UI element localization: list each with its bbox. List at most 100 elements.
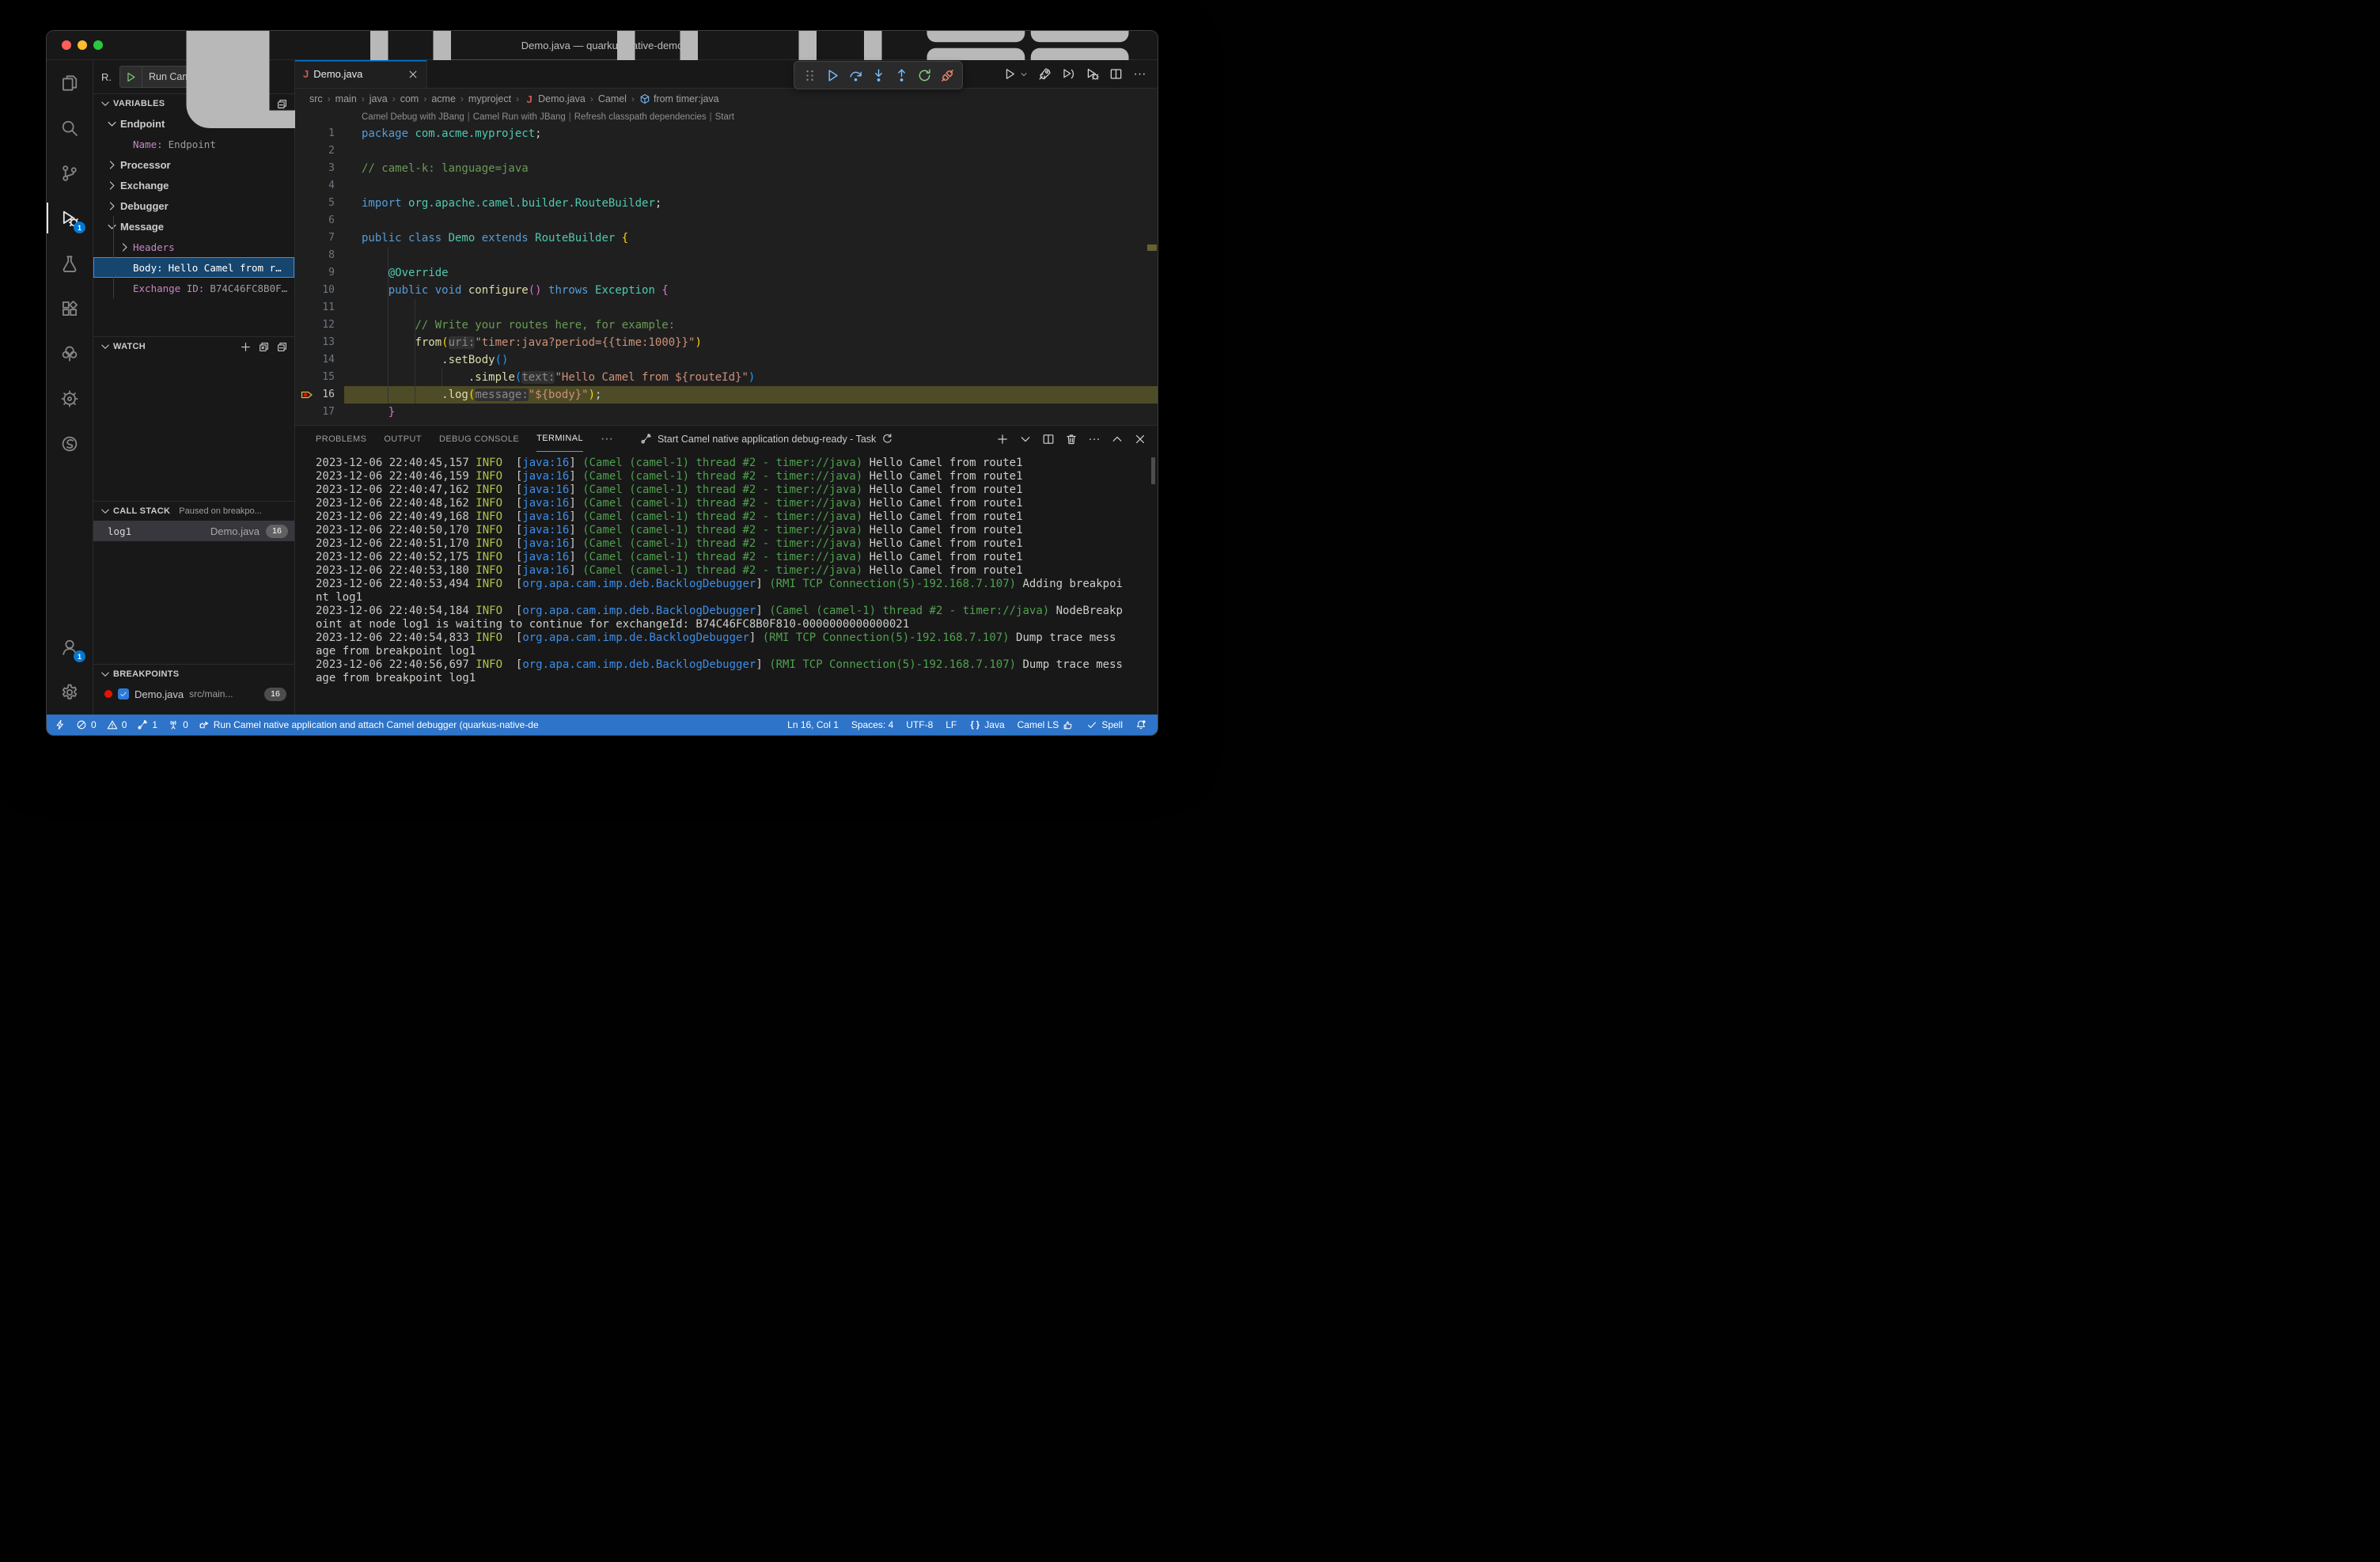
code-token: log xyxy=(449,389,468,401)
debug-step-out-button[interactable] xyxy=(893,67,909,83)
call-stack-frame[interactable]: log1Demo.java16 xyxy=(93,521,294,541)
status-encoding[interactable]: UTF-8 xyxy=(906,715,933,735)
activity-item-accounts[interactable]: 1 xyxy=(47,624,93,669)
breadcrumb-item[interactable]: com xyxy=(400,93,419,104)
activity-item-testing[interactable] xyxy=(47,241,93,286)
variable-row[interactable]: Message xyxy=(93,216,294,237)
breadcrumb-item[interactable]: from timer:java xyxy=(639,93,719,104)
zoom-window-button[interactable] xyxy=(93,40,103,50)
debug-toolbar-grip-button[interactable] xyxy=(802,67,817,83)
remove-all-watch-icon[interactable] xyxy=(258,341,270,353)
activity-item-source-control[interactable] xyxy=(47,150,93,195)
activity-item-dependency-tree[interactable] xyxy=(47,331,93,376)
variable-row[interactable]: Exchange ID:B74C46FC8B0F… xyxy=(93,278,294,298)
terminal-token: Hello Camel from route1 xyxy=(862,537,1022,550)
breadcrumb-item[interactable]: JDemo.java xyxy=(524,93,586,104)
activity-item-extensions[interactable] xyxy=(47,286,93,331)
code-token xyxy=(362,336,415,349)
debug-step-into-button[interactable] xyxy=(870,67,886,83)
status-eol[interactable]: LF xyxy=(946,715,957,735)
terminal-token: Hello Camel from route1 xyxy=(862,524,1022,536)
debug-java-icon[interactable] xyxy=(1086,67,1099,81)
split-terminal-icon[interactable] xyxy=(1042,433,1055,445)
status-problems-errors[interactable]: 0 xyxy=(76,715,97,735)
terminal-profile-dropdown-icon[interactable] xyxy=(1019,433,1032,445)
status-camel-ls[interactable]: Camel LS xyxy=(1018,715,1074,735)
activity-item-run-and-debug[interactable]: 1 xyxy=(47,195,93,241)
terminal-token: [ xyxy=(502,524,522,536)
variable-row[interactable]: Exchange xyxy=(93,175,294,195)
run-java-icon[interactable] xyxy=(1003,67,1017,81)
activity-item-openshift[interactable] xyxy=(47,421,93,466)
codelens-link[interactable]: Camel Debug with JBang xyxy=(362,112,464,122)
collapse-all-icon[interactable] xyxy=(276,341,288,353)
panel-tab-output[interactable]: OUTPUT xyxy=(384,426,422,452)
breakpoints-section-header[interactable]: BREAKPOINTS xyxy=(93,665,294,684)
panel-tab-debug-console[interactable]: DEBUG CONSOLE xyxy=(439,426,519,452)
terminal-scrollbar[interactable] xyxy=(1151,457,1155,484)
status-remote-indicator[interactable] xyxy=(55,715,66,735)
breadcrumb-item[interactable]: myproject xyxy=(468,93,511,104)
status-problems-warnings[interactable]: 0 xyxy=(107,715,127,735)
codelens-link[interactable]: Camel Run with JBang xyxy=(473,112,566,122)
status-language-mode[interactable]: { }Java xyxy=(969,715,1004,735)
variable-row[interactable]: Headers xyxy=(93,237,294,257)
terminal-line: 2023-12-06 22:40:53,180 INFO [java:16] (… xyxy=(316,564,1151,578)
activity-item-kubernetes[interactable] xyxy=(47,376,93,421)
activity-item-explorer[interactable] xyxy=(47,60,93,105)
activity-item-search[interactable] xyxy=(47,105,93,150)
more-terminal-actions-icon[interactable]: ··· xyxy=(1088,433,1101,445)
breadcrumb-item[interactable]: Camel xyxy=(598,93,627,104)
run-dropdown-icon[interactable] xyxy=(1020,70,1028,78)
more-panel-tabs-icon[interactable]: ··· xyxy=(601,433,613,445)
variable-row[interactable]: Debugger xyxy=(93,195,294,216)
terminal-token: Dump trace mess xyxy=(1016,658,1123,671)
camel-run-icon[interactable] xyxy=(1062,67,1075,81)
call-stack-section-header[interactable]: CALL STACK Paused on breakpo... xyxy=(93,502,294,521)
breadcrumb-item[interactable]: acme xyxy=(431,93,456,104)
variable-row[interactable]: Body:Hello Camel from r… xyxy=(93,257,294,278)
add-watch-icon[interactable] xyxy=(240,341,252,353)
close-window-button[interactable] xyxy=(62,40,71,50)
watch-section-header[interactable]: WATCH xyxy=(93,337,294,356)
close-tab-icon[interactable] xyxy=(407,69,419,80)
debug-continue-button[interactable] xyxy=(824,67,840,83)
debug-step-over-button[interactable] xyxy=(847,67,863,83)
debug-disconnect-button[interactable] xyxy=(939,67,955,83)
codelens-link[interactable]: Start xyxy=(715,112,734,122)
maximize-panel-icon[interactable] xyxy=(1111,433,1124,445)
split-editor-icon[interactable] xyxy=(1109,67,1123,81)
codelens-link[interactable]: Refresh classpath dependencies xyxy=(574,112,707,122)
breakpoint-checkbox[interactable] xyxy=(118,688,129,699)
status-cursor-position[interactable]: Ln 16, Col 1 xyxy=(787,715,839,735)
terminal-task[interactable]: Start Camel native application debug-rea… xyxy=(640,433,893,445)
more-editor-actions-icon[interactable]: ··· xyxy=(1133,67,1146,81)
code-editor[interactable]: Camel Debug with JBang|Camel Run with JB… xyxy=(295,109,1158,425)
breadcrumb-item[interactable]: main xyxy=(335,93,357,104)
variable-row[interactable]: Name:Endpoint xyxy=(93,134,294,154)
new-terminal-icon[interactable] xyxy=(996,433,1009,445)
code-token: () xyxy=(495,354,509,366)
terminal[interactable]: 2023-12-06 22:40:45,157 INFO [java:16] (… xyxy=(295,452,1158,715)
activity-item-manage[interactable] xyxy=(47,669,93,715)
breadcrumb-item[interactable]: src xyxy=(309,93,323,104)
status-indentation[interactable]: Spaces: 4 xyxy=(851,715,893,735)
status-spell-checker[interactable]: Spell xyxy=(1086,715,1123,735)
status-running-tasks[interactable]: 1 xyxy=(137,715,157,735)
status-notifications[interactable] xyxy=(1135,715,1146,735)
variable-row[interactable]: Endpoint xyxy=(93,113,294,134)
tab-demo-java[interactable]: J Demo.java xyxy=(295,60,427,88)
variable-row[interactable]: Processor xyxy=(93,154,294,175)
breakpoint-row[interactable]: Demo.javasrc/main...16 xyxy=(93,684,294,704)
minimize-window-button[interactable] xyxy=(78,40,87,50)
debug-restart-button[interactable] xyxy=(916,67,932,83)
panel-tab-problems[interactable]: PROBLEMS xyxy=(316,426,366,452)
status-forwarded-ports[interactable]: 0 xyxy=(168,715,188,735)
quarkus-run-icon[interactable] xyxy=(1038,67,1052,81)
panel-tab-terminal[interactable]: TERMINAL xyxy=(536,426,583,452)
status-debug-session[interactable]: Run Camel native application and attach … xyxy=(199,715,539,735)
breadcrumb-item[interactable]: java xyxy=(370,93,388,104)
kill-terminal-icon[interactable] xyxy=(1065,433,1078,445)
close-panel-icon[interactable] xyxy=(1134,433,1146,445)
start-debugging-icon[interactable] xyxy=(125,71,137,83)
